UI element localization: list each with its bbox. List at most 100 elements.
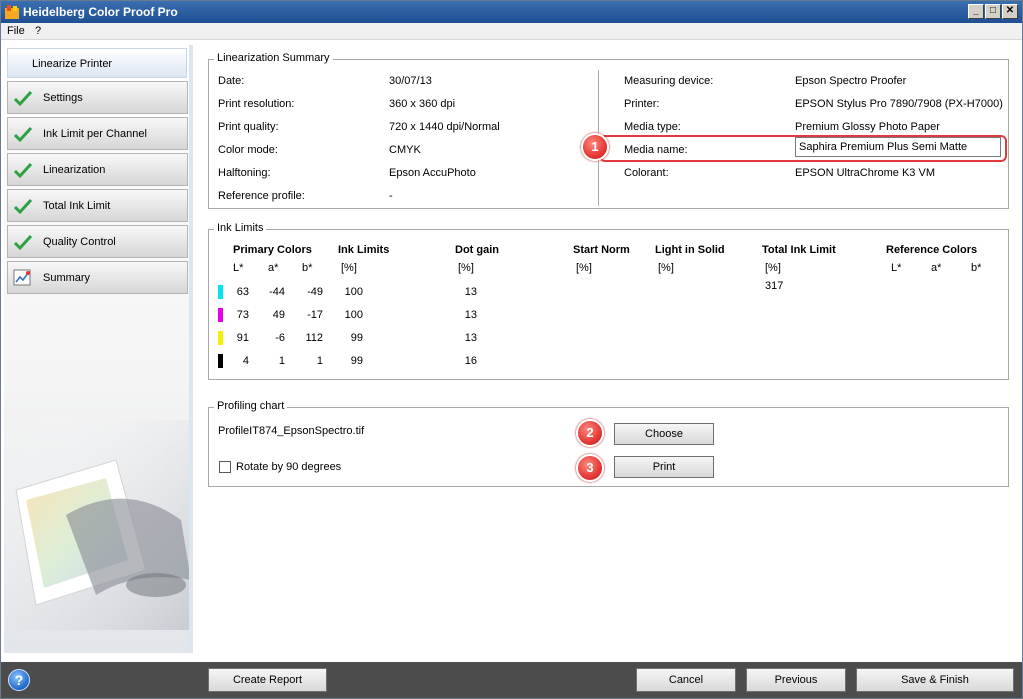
black-a: 1 bbox=[278, 355, 285, 367]
reference-colors-header: Reference Colors bbox=[886, 244, 978, 256]
reference-profile-value: - bbox=[389, 190, 393, 202]
cyan-a: -44 bbox=[269, 286, 285, 298]
sidebar-item-label: Quality Control bbox=[43, 236, 116, 248]
main-content: Linearization Summary Date: 30/07/13 Pri… bbox=[193, 41, 1022, 661]
magenta-dot-gain: 13 bbox=[464, 309, 477, 321]
print-resolution-label: Print resolution: bbox=[218, 98, 295, 110]
app-logo-icon bbox=[5, 5, 19, 19]
help-icon[interactable]: ? bbox=[8, 669, 30, 691]
cancel-button[interactable]: Cancel bbox=[636, 668, 736, 692]
rotate-checkbox[interactable] bbox=[219, 461, 231, 473]
print-resolution-value: 360 x 360 dpi bbox=[389, 98, 456, 110]
choose-button[interactable]: Choose bbox=[614, 423, 714, 445]
color-mode-label: Color mode: bbox=[218, 144, 278, 156]
sidebar-item-ink-limit-per-channel[interactable]: Ink Limit per Channel bbox=[7, 117, 188, 150]
magenta-a: 49 bbox=[272, 309, 285, 321]
sidebar-header: Linearize Printer bbox=[7, 48, 187, 78]
checkmark-icon bbox=[13, 162, 33, 179]
measuring-device-label: Measuring device: bbox=[624, 75, 714, 87]
summary-chart-icon bbox=[13, 269, 31, 286]
menu-bar: File ? bbox=[1, 23, 1022, 40]
ink-limit-unit: [%] bbox=[341, 262, 357, 274]
checkmark-icon bbox=[13, 126, 33, 143]
cyan-b: -49 bbox=[307, 286, 323, 298]
title-bar: Heidelberg Color Proof Pro _ □ ✕ bbox=[1, 1, 1022, 23]
checkmark-icon bbox=[13, 234, 33, 251]
checkmark-icon bbox=[13, 198, 33, 215]
black-swatch bbox=[218, 354, 223, 368]
cyan-swatch bbox=[218, 285, 223, 299]
light-in-solid-header: Light in Solid bbox=[655, 244, 725, 256]
yellow-b: 112 bbox=[305, 332, 323, 344]
callout-badge-1: 1 bbox=[581, 133, 609, 161]
reference-profile-label: Reference profile: bbox=[218, 190, 305, 202]
sidebar-item-quality-control[interactable]: Quality Control bbox=[7, 225, 188, 258]
black-ink-limit: 99 bbox=[350, 355, 363, 367]
sidebar-item-linearization[interactable]: Linearization bbox=[7, 153, 188, 186]
footer-bar: ? Create Report Cancel Previous Save & F… bbox=[1, 662, 1022, 698]
cyan-dot-gain: 13 bbox=[464, 286, 477, 298]
date-label: Date: bbox=[218, 75, 245, 87]
rotate-label[interactable]: Rotate by 90 degrees bbox=[236, 461, 341, 473]
print-quality-label: Print quality: bbox=[218, 121, 279, 133]
l-subheader: L* bbox=[233, 262, 244, 274]
ink-limits-header: Ink Limits bbox=[338, 244, 390, 256]
black-dot-gain: 16 bbox=[464, 355, 477, 367]
sidebar: Linearize Printer Settings Ink Limit per… bbox=[4, 45, 193, 653]
b-subheader: b* bbox=[302, 262, 313, 274]
group-title: Linearization Summary bbox=[214, 52, 333, 64]
printer-artwork-image bbox=[6, 420, 189, 630]
date-value: 30/07/13 bbox=[389, 75, 432, 87]
sidebar-item-total-ink-limit[interactable]: Total Ink Limit bbox=[7, 189, 188, 222]
printer-value: EPSON Stylus Pro 7890/7908 (PX-H7000) bbox=[795, 98, 1003, 110]
yellow-dot-gain: 13 bbox=[464, 332, 477, 344]
minimize-button[interactable]: _ bbox=[968, 4, 984, 19]
yellow-a: -6 bbox=[275, 332, 285, 344]
sidebar-item-label: Settings bbox=[43, 92, 83, 104]
measuring-device-value: Epson Spectro Proofer bbox=[795, 75, 907, 87]
total-ink-limit-unit: [%] bbox=[765, 262, 781, 274]
printer-label: Printer: bbox=[624, 98, 660, 110]
a-subheader: a* bbox=[268, 262, 279, 274]
start-norm-header: Start Norm bbox=[573, 244, 630, 256]
dot-gain-unit: [%] bbox=[458, 262, 474, 274]
cyan-ink-limit: 100 bbox=[344, 286, 363, 298]
sidebar-item-settings[interactable]: Settings bbox=[7, 81, 188, 114]
ref-b-subheader: b* bbox=[971, 262, 982, 274]
maximize-button[interactable]: □ bbox=[985, 4, 1001, 19]
sidebar-item-label: Ink Limit per Channel bbox=[43, 128, 147, 140]
yellow-ink-limit: 99 bbox=[350, 332, 363, 344]
print-quality-value: 720 x 1440 dpi/Normal bbox=[389, 121, 500, 133]
magenta-b: -17 bbox=[307, 309, 323, 321]
menu-file[interactable]: File bbox=[7, 25, 25, 37]
sidebar-item-summary[interactable]: Summary bbox=[7, 261, 188, 294]
yellow-l: 91 bbox=[236, 332, 249, 344]
close-button[interactable]: ✕ bbox=[1002, 4, 1018, 19]
yellow-swatch bbox=[218, 331, 223, 345]
start-norm-unit: [%] bbox=[576, 262, 592, 274]
media-type-value: Premium Glossy Photo Paper bbox=[795, 121, 940, 133]
total-ink-value: 317 bbox=[765, 280, 784, 292]
colorant-label: Colorant: bbox=[624, 167, 669, 179]
sidebar-item-label: Summary bbox=[43, 272, 91, 284]
halftoning-label: Halftoning: bbox=[218, 167, 271, 179]
magenta-ink-limit: 100 bbox=[344, 309, 363, 321]
print-button[interactable]: Print bbox=[614, 456, 714, 478]
ink-limits-group: Ink Limits Primary Colors Ink Limits Dot… bbox=[208, 222, 1009, 380]
profiling-chart-group: Profiling chart ProfileIT874_EpsonSpectr… bbox=[208, 400, 1009, 487]
media-type-label: Media type: bbox=[624, 121, 681, 133]
app-window: Heidelberg Color Proof Pro _ □ ✕ File ? … bbox=[0, 0, 1023, 699]
menu-help[interactable]: ? bbox=[35, 25, 41, 37]
ref-a-subheader: a* bbox=[931, 262, 942, 274]
previous-button[interactable]: Previous bbox=[746, 668, 846, 692]
profiling-filename: ProfileIT874_EpsonSpectro.tif bbox=[218, 425, 365, 437]
save-finish-button[interactable]: Save & Finish bbox=[856, 668, 1014, 692]
media-name-input[interactable] bbox=[795, 137, 1001, 157]
total-ink-limit-header: Total Ink Limit bbox=[762, 244, 836, 256]
sidebar-item-label: Linearization bbox=[43, 164, 106, 176]
sidebar-item-label: Total Ink Limit bbox=[43, 200, 111, 212]
callout-badge-2: 2 bbox=[576, 419, 604, 447]
magenta-swatch bbox=[218, 308, 223, 322]
create-report-button[interactable]: Create Report bbox=[208, 668, 327, 692]
black-b: 1 bbox=[316, 355, 323, 367]
